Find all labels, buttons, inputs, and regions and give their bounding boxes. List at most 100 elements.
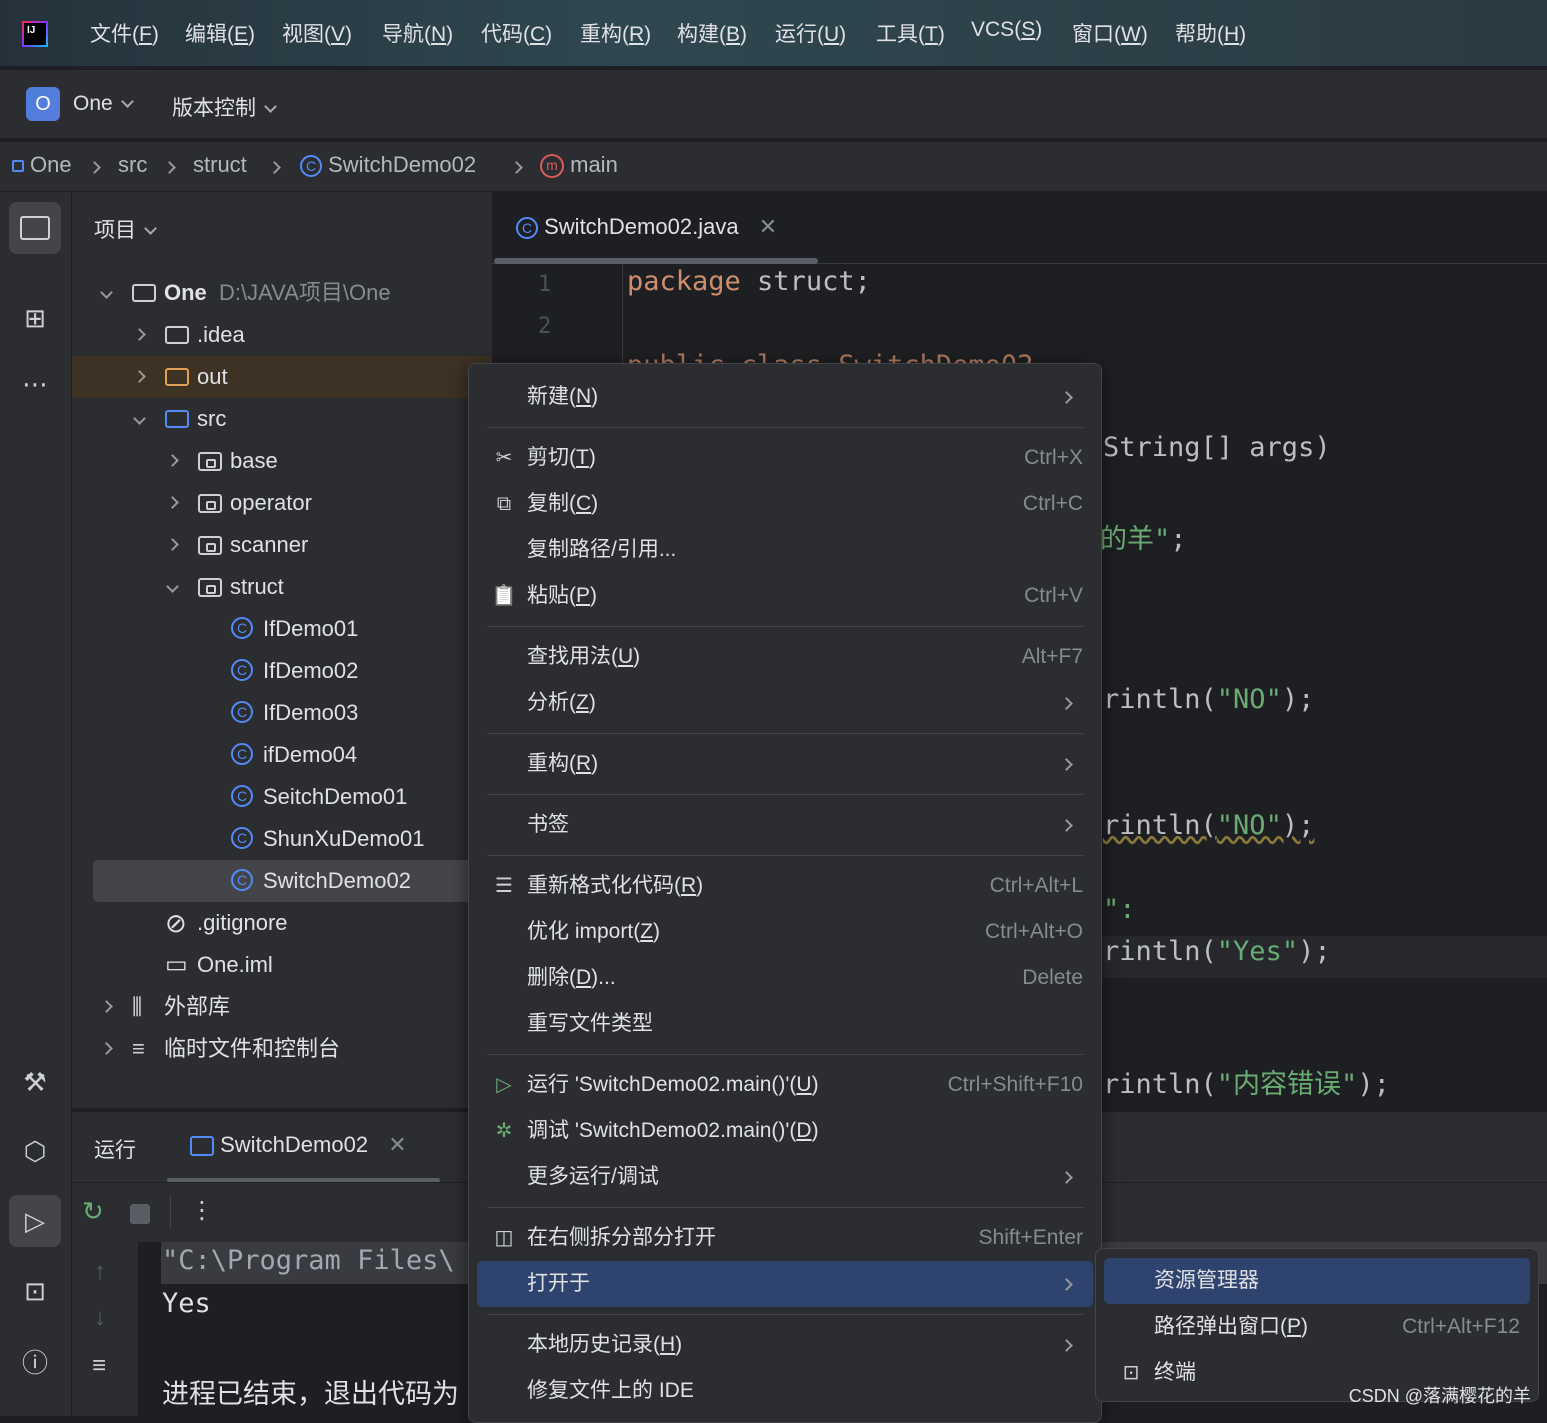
tree-item[interactable]: One D:\JAVA项目\One xyxy=(72,272,492,314)
breadcrumb-class[interactable]: C SwitchDemo02 xyxy=(300,152,476,178)
breadcrumb-src[interactable]: src xyxy=(118,152,147,178)
scroll-up-icon[interactable]: ↑ xyxy=(94,1258,106,1286)
menu-item[interactable]: ✲ 调试 'SwitchDemo02.main()'(D) xyxy=(477,1108,1093,1154)
tree-item[interactable]: C IfDemo03 xyxy=(72,692,492,734)
code-line-1[interactable]: package struct; xyxy=(627,266,871,297)
menu-item[interactable]: ⧉ 复制(C) Ctrl+C xyxy=(477,481,1093,527)
tree-item[interactable]: C ShunXuDemo01 xyxy=(72,818,492,860)
chevron-down-icon[interactable] xyxy=(133,412,146,425)
run-tool-button[interactable]: ▷ xyxy=(9,1195,61,1247)
menu-item[interactable]: 复制路径/引用... xyxy=(477,527,1093,573)
structure-tool-button[interactable]: ⊞ xyxy=(9,292,61,344)
stop-icon[interactable] xyxy=(130,1204,150,1224)
menu-item[interactable]: ✂ 剪切(T) Ctrl+X xyxy=(477,435,1093,481)
tree-item[interactable]: C SwitchDemo02 xyxy=(93,860,492,902)
menu-w[interactable]: 窗口(W) xyxy=(1072,18,1148,48)
menu-item[interactable]: 📋 粘贴(P) Ctrl+V xyxy=(477,573,1093,619)
tree-item[interactable]: out xyxy=(72,356,492,398)
vcs-menu[interactable]: 版本控制 xyxy=(172,92,277,122)
project-tool-button[interactable] xyxy=(9,202,61,254)
run-tab[interactable]: SwitchDemo02 ✕ xyxy=(190,1132,407,1158)
tree-item[interactable]: struct xyxy=(72,566,492,608)
tree-item[interactable]: C SeitchDemo01 xyxy=(72,776,492,818)
tree-item[interactable]: scanner xyxy=(72,524,492,566)
rerun-icon[interactable]: ↻ xyxy=(82,1196,104,1227)
breadcrumb-one[interactable]: One xyxy=(12,152,72,178)
tab-scrollbar[interactable] xyxy=(494,258,818,264)
chevron-down-icon[interactable] xyxy=(100,286,113,299)
chevron-right-icon[interactable] xyxy=(166,496,179,509)
project-switcher[interactable]: One xyxy=(73,92,134,116)
menu-item[interactable]: 分析(Z) xyxy=(477,680,1093,726)
menu-item[interactable]: 查找用法(U) Alt+F7 xyxy=(477,634,1093,680)
tree-item[interactable]: C IfDemo01 xyxy=(72,608,492,650)
menu-item[interactable]: 书签 xyxy=(477,802,1093,848)
code-line-17[interactable]: rintln("Yes"); xyxy=(1103,936,1331,967)
code-line-5[interactable]: String[] args) xyxy=(1103,432,1331,463)
problems-tool-button[interactable]: ⓘ xyxy=(9,1335,61,1387)
intellij-logo-icon[interactable]: IJ xyxy=(22,21,48,47)
menu-b[interactable]: 构建(B) xyxy=(677,18,747,48)
menu-item[interactable]: 资源管理器 xyxy=(1104,1258,1530,1304)
menu-item[interactable]: 打开于 xyxy=(477,1261,1093,1307)
close-tab-icon[interactable]: ✕ xyxy=(759,214,777,239)
terminal-tool-button[interactable]: ⊡ xyxy=(9,1265,61,1317)
menu-n[interactable]: 导航(N) xyxy=(382,18,453,48)
soft-wrap-icon[interactable]: ≡ xyxy=(92,1352,106,1380)
tree-item[interactable]: base xyxy=(72,440,492,482)
code-line-11[interactable]: rintln("NO"); xyxy=(1103,684,1314,715)
chevron-right-icon[interactable] xyxy=(133,328,146,341)
tree-item[interactable]: src xyxy=(72,398,492,440)
menu-item[interactable]: 路径弹出窗口(P) Ctrl+Alt+F12 xyxy=(1104,1304,1530,1350)
tree-item[interactable]: ≡ 临时文件和控制台 xyxy=(72,1028,492,1070)
menu-item[interactable]: 删除(D)... Delete xyxy=(477,955,1093,1001)
menu-item[interactable]: 修复文件上的 IDE xyxy=(477,1368,1093,1414)
menu-e[interactable]: 编辑(E) xyxy=(185,18,255,48)
tree-item[interactable]: C IfDemo02 xyxy=(72,650,492,692)
menu-s[interactable]: VCS(S) xyxy=(971,18,1042,42)
more-tools-button[interactable]: ⋯ xyxy=(9,358,61,410)
breadcrumb-struct[interactable]: struct xyxy=(193,152,247,178)
menu-u[interactable]: 运行(U) xyxy=(775,18,846,48)
project-panel-title[interactable]: 项目 xyxy=(94,214,157,244)
menu-item[interactable]: 重构(R) xyxy=(477,741,1093,787)
chevron-right-icon[interactable] xyxy=(133,370,146,383)
chevron-right-icon[interactable] xyxy=(100,1042,113,1055)
close-tab-icon[interactable]: ✕ xyxy=(388,1132,406,1157)
menu-item[interactable]: ▷ 运行 'SwitchDemo02.main()'(U) Ctrl+Shift+F… xyxy=(477,1062,1093,1108)
scroll-down-icon[interactable]: ↓ xyxy=(94,1304,106,1332)
tree-item[interactable]: operator xyxy=(72,482,492,524)
chevron-down-icon[interactable] xyxy=(166,580,179,593)
code-line-16[interactable]: ": xyxy=(1103,894,1136,925)
breadcrumb-method[interactable]: m main xyxy=(540,152,618,179)
project-badge[interactable]: O xyxy=(26,87,60,121)
code-line-7[interactable]: 的羊"; xyxy=(1100,517,1187,556)
chevron-right-icon[interactable] xyxy=(100,1000,113,1013)
code-line-14[interactable]: rintln("NO"); xyxy=(1103,810,1314,841)
menu-t[interactable]: 工具(T) xyxy=(876,18,945,48)
build-tool-button[interactable]: ⚒ xyxy=(9,1056,61,1108)
tree-item[interactable]: .idea xyxy=(72,314,492,356)
tree-item[interactable]: ⊘ .gitignore xyxy=(72,902,492,944)
menu-f[interactable]: 文件(F) xyxy=(90,18,159,48)
menu-h[interactable]: 帮助(H) xyxy=(1175,18,1246,48)
menu-item[interactable]: 优化 import(Z) Ctrl+Alt+O xyxy=(477,909,1093,955)
menu-v[interactable]: 视图(V) xyxy=(282,18,352,48)
tree-item[interactable]: ▭ One.iml xyxy=(72,944,492,986)
chevron-right-icon[interactable] xyxy=(166,454,179,467)
menu-item[interactable]: ◫ 在右侧拆分部分打开 Shift+Enter xyxy=(477,1215,1093,1261)
menu-r[interactable]: 重构(R) xyxy=(580,18,651,48)
menu-item[interactable]: 重写文件类型 xyxy=(477,1001,1093,1047)
menu-item[interactable]: 新建(N) xyxy=(477,374,1093,420)
menu-item[interactable]: ☰ 重新格式化代码(R) Ctrl+Alt+L xyxy=(477,863,1093,909)
editor-tab[interactable]: C SwitchDemo02.java ✕ xyxy=(516,214,777,240)
tree-item[interactable]: CifDemo04 xyxy=(72,734,492,776)
chevron-right-icon[interactable] xyxy=(166,538,179,551)
code-line-20[interactable]: rintln("内容错误"); xyxy=(1103,1062,1390,1101)
menu-item[interactable]: 本地历史记录(H) xyxy=(477,1322,1093,1368)
menu-item[interactable]: 更多运行/调试 xyxy=(477,1154,1093,1200)
tree-item[interactable]: ⫼ 外部库 xyxy=(72,986,492,1028)
more-options-icon[interactable]: ⋮ xyxy=(190,1196,214,1225)
menu-c[interactable]: 代码(C) xyxy=(481,18,552,48)
services-tool-button[interactable]: ⬡ xyxy=(9,1125,61,1177)
